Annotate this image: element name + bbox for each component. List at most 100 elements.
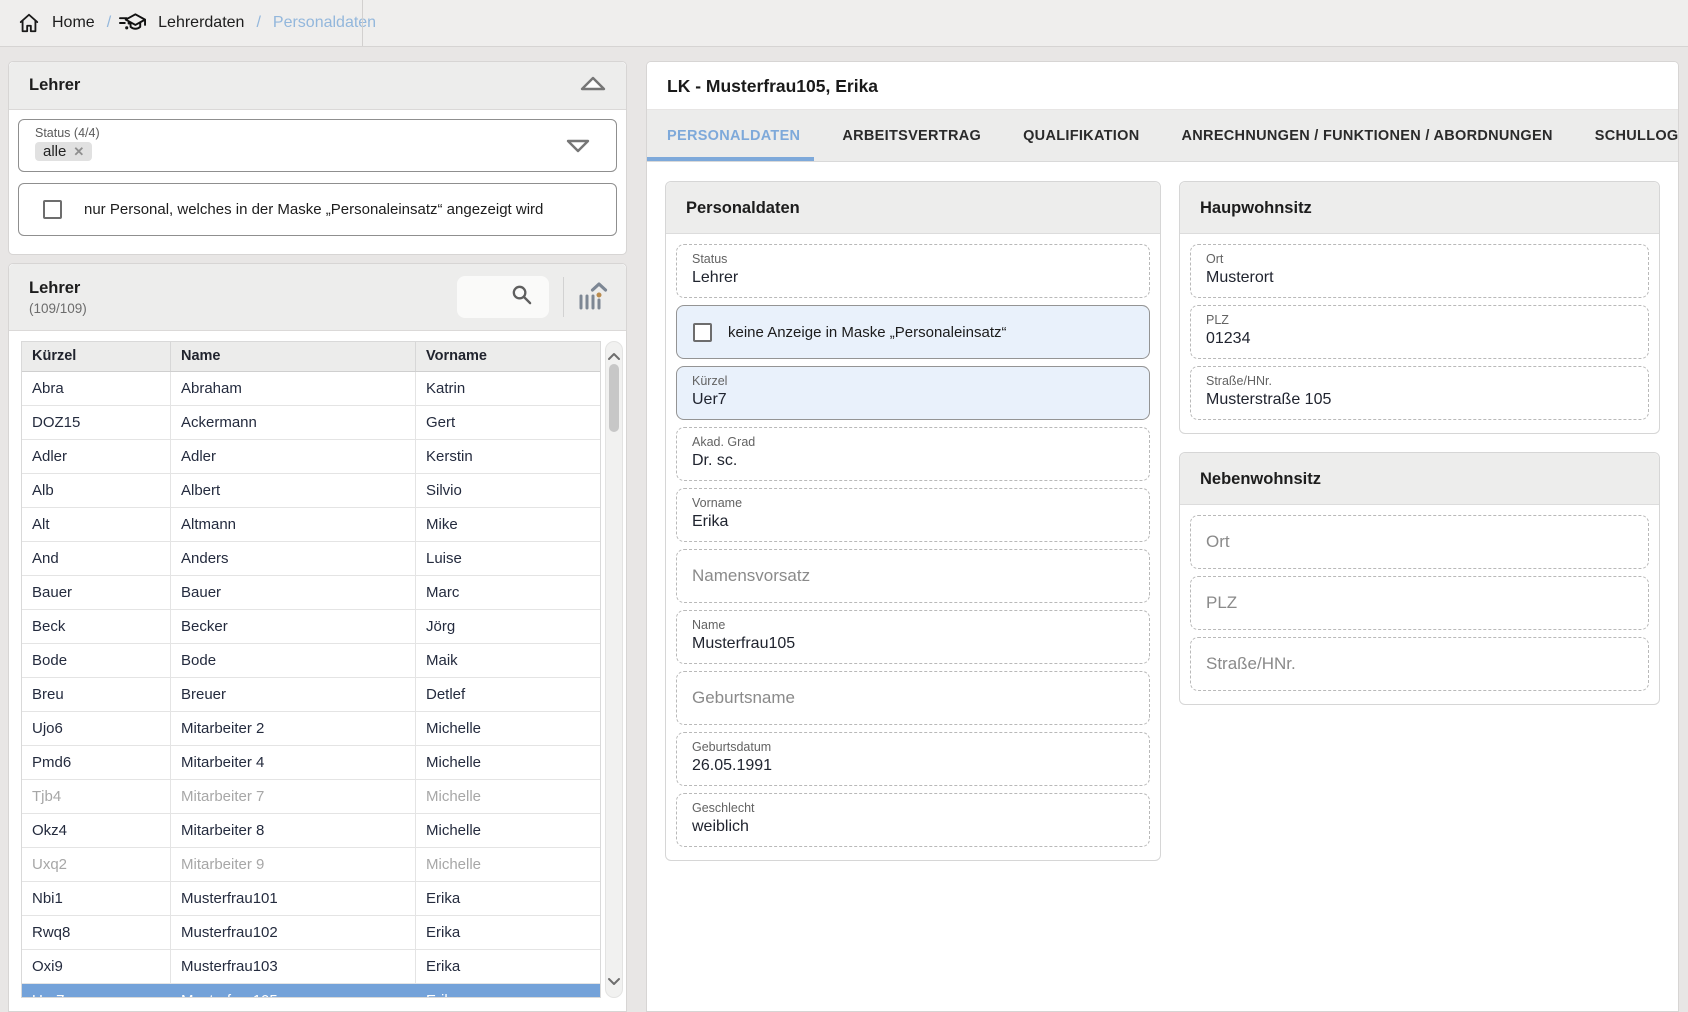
cell-vorname: Michelle xyxy=(416,746,600,779)
kuerzel-field-value: Uer7 xyxy=(692,391,1134,409)
teacher-list-title: Lehrer xyxy=(29,279,87,298)
cell-vorname: Maik xyxy=(416,644,600,677)
kuerzel-field[interactable]: Kürzel Uer7 xyxy=(676,366,1150,420)
scroll-down-icon[interactable] xyxy=(607,973,621,991)
cell-vorname: Michelle xyxy=(416,814,600,847)
tab-anrechnungen[interactable]: ANRECHNUNGEN / FUNKTIONEN / ABORDNUNGEN xyxy=(1182,110,1553,161)
personaleinsatz-filter-label: nur Personal, welches in der Maske „Pers… xyxy=(84,201,543,218)
hauptwohnsitz-plz-field: PLZ 01234 xyxy=(1190,305,1649,359)
cell-name: Bode xyxy=(171,644,416,677)
table-row[interactable]: Alt Altmann Mike xyxy=(22,508,600,542)
cell-vorname: Luise xyxy=(416,542,600,575)
dropdown-arrow-icon[interactable] xyxy=(566,139,590,158)
table-row[interactable]: Oxi9 Musterfrau103 Erika xyxy=(22,950,600,984)
keine-anzeige-checkbox[interactable] xyxy=(693,323,712,342)
column-header-vorname[interactable]: Vorname xyxy=(416,342,600,371)
ort-field-label: Ort xyxy=(1206,252,1633,266)
cell-name: Mitarbeiter 7 xyxy=(171,780,416,813)
tab-schullogin[interactable]: SCHULLOGIN xyxy=(1595,110,1679,161)
app-window: Home / Lehrerdaten / Personaldaten Lehre… xyxy=(0,0,1688,1012)
teacher-detail-panel: LK - Musterfrau105, Erika PERSONALDATEN … xyxy=(646,61,1679,1012)
status-chip-label: alle xyxy=(43,143,66,160)
table-row[interactable]: Pmd6 Mitarbeiter 4 Michelle xyxy=(22,746,600,780)
teacher-list-panel: Lehrer (109/109) xyxy=(8,263,627,1012)
tab-qualifikation[interactable]: QUALIFIKATION xyxy=(1023,110,1139,161)
table-row[interactable]: Abra Abraham Katrin xyxy=(22,372,600,406)
personaldaten-section-title: Personaldaten xyxy=(666,182,1160,234)
cell-kuerzel: Pmd6 xyxy=(22,746,171,779)
tab-arbeitsvertrag[interactable]: ARBEITSVERTRAG xyxy=(842,110,981,161)
kuerzel-field-label: Kürzel xyxy=(692,374,1134,388)
vorname-field-label: Vorname xyxy=(692,496,1134,510)
teacher-list-header: Lehrer (109/109) xyxy=(9,264,626,331)
cell-kuerzel: Okz4 xyxy=(22,814,171,847)
column-sort-icon[interactable] xyxy=(578,280,610,315)
table-row-selected[interactable]: Uer7 Musterfrau105 Erika xyxy=(22,984,600,998)
cell-kuerzel: Beck xyxy=(22,610,171,643)
search-icon xyxy=(510,283,533,311)
collapse-panel-icon[interactable] xyxy=(580,76,606,96)
table-row[interactable]: DOZ15 Ackermann Gert xyxy=(22,406,600,440)
akad-grad-field: Akad. Grad Dr. sc. xyxy=(676,427,1150,481)
cell-vorname: Mike xyxy=(416,508,600,541)
cell-vorname: Erika xyxy=(416,984,600,998)
table-row[interactable]: Okz4 Mitarbeiter 8 Michelle xyxy=(22,814,600,848)
table-row[interactable]: Breu Breuer Detlef xyxy=(22,678,600,712)
cell-name: Musterfrau101 xyxy=(171,882,416,915)
table-row[interactable]: Tjb4 Mitarbeiter 7 Michelle xyxy=(22,780,600,814)
table-row[interactable]: Nbi1 Musterfrau101 Erika xyxy=(22,882,600,916)
status-filter-chip[interactable]: alle ✕ xyxy=(35,142,92,161)
personaleinsatz-filter-checkbox[interactable] xyxy=(43,200,62,219)
tools-divider xyxy=(563,277,564,317)
table-row[interactable]: Beck Becker Jörg xyxy=(22,610,600,644)
cell-vorname: Jörg xyxy=(416,610,600,643)
breadcrumb-separator: / xyxy=(107,14,111,32)
column-header-name[interactable]: Name xyxy=(171,342,416,371)
chip-remove-icon[interactable]: ✕ xyxy=(73,144,84,160)
breadcrumb-home[interactable]: Home xyxy=(52,14,95,32)
cell-kuerzel: And xyxy=(22,542,171,575)
nebenwohnsitz-section-title: Nebenwohnsitz xyxy=(1180,453,1659,505)
cell-vorname: Michelle xyxy=(416,712,600,745)
cell-vorname: Erika xyxy=(416,882,600,915)
cell-name: Mitarbeiter 9 xyxy=(171,848,416,881)
teacher-filter-panel: Lehrer Status (4/4) alle ✕ xyxy=(8,61,627,255)
table-row[interactable]: And Anders Luise xyxy=(22,542,600,576)
scrollbar-thumb[interactable] xyxy=(609,364,619,432)
strasse-placeholder: Straße/HNr. xyxy=(1206,654,1296,674)
table-row[interactable]: Alb Albert Silvio xyxy=(22,474,600,508)
geburtsdatum-field-value: 26.05.1991 xyxy=(692,757,1134,775)
table-row[interactable]: Adler Adler Kerstin xyxy=(22,440,600,474)
tab-personaldaten[interactable]: PERSONALDATEN xyxy=(667,110,800,161)
cell-name: Anders xyxy=(171,542,416,575)
geschlecht-field: Geschlecht weiblich xyxy=(676,793,1150,847)
cell-kuerzel: Alt xyxy=(22,508,171,541)
cell-kuerzel: Bauer xyxy=(22,576,171,609)
cell-name: Breuer xyxy=(171,678,416,711)
breadcrumb-lehrerdaten[interactable]: Lehrerdaten xyxy=(158,14,244,32)
table-row[interactable]: Bauer Bauer Marc xyxy=(22,576,600,610)
breadcrumb: Home / Lehrerdaten / Personaldaten xyxy=(0,0,1688,47)
breadcrumb-personaldaten: Personaldaten xyxy=(273,14,376,32)
table-row[interactable]: Uxq2 Mitarbeiter 9 Michelle xyxy=(22,848,600,882)
geburtsdatum-field-label: Geburtsdatum xyxy=(692,740,1134,754)
table-scrollbar[interactable] xyxy=(605,341,623,998)
cell-name: Bauer xyxy=(171,576,416,609)
cell-vorname: Detlef xyxy=(416,678,600,711)
personaldaten-section: Personaldaten Status Lehrer keine Anzeig… xyxy=(665,181,1161,861)
cell-kuerzel: Nbi1 xyxy=(22,882,171,915)
status-filter-select[interactable]: Status (4/4) alle ✕ xyxy=(18,119,617,172)
table-row[interactable]: Ujo6 Mitarbeiter 2 Michelle xyxy=(22,712,600,746)
cell-vorname: Michelle xyxy=(416,780,600,813)
nebenwohnsitz-plz-field: PLZ xyxy=(1190,576,1649,630)
cell-kuerzel: Adler xyxy=(22,440,171,473)
cell-kuerzel: Rwq8 xyxy=(22,916,171,949)
status-field-label: Status xyxy=(692,252,1134,266)
hauptwohnsitz-strasse-field: Straße/HNr. Musterstraße 105 xyxy=(1190,366,1649,420)
column-header-kuerzel[interactable]: Kürzel xyxy=(22,342,171,371)
table-row[interactable]: Bode Bode Maik xyxy=(22,644,600,678)
cell-name: Mitarbeiter 2 xyxy=(171,712,416,745)
nebenwohnsitz-ort-field: Ort xyxy=(1190,515,1649,569)
table-row[interactable]: Rwq8 Musterfrau102 Erika xyxy=(22,916,600,950)
search-button[interactable] xyxy=(457,276,549,318)
